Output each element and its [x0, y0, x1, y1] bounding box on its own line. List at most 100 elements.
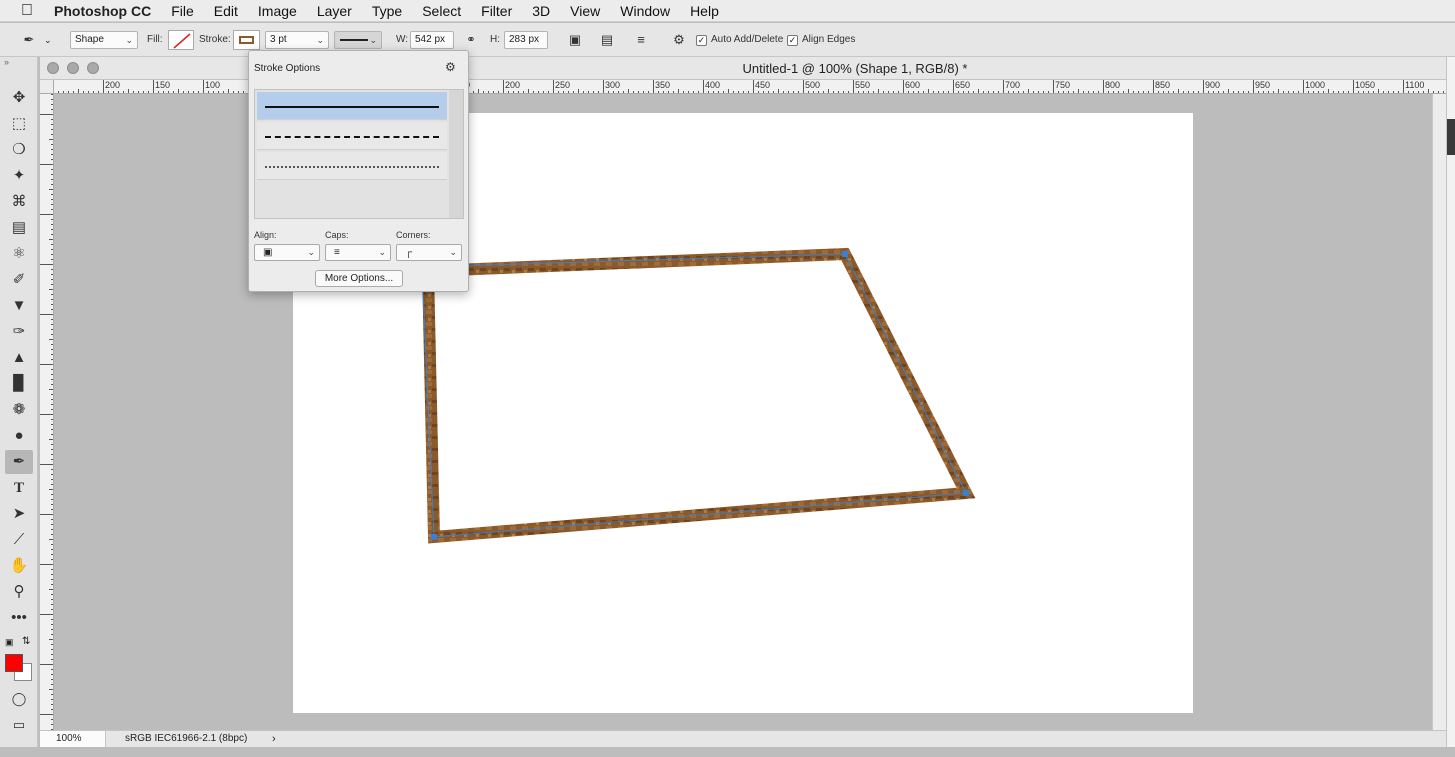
hand-tool-icon[interactable]: ✋ — [5, 554, 33, 578]
ruler-label: 500 — [805, 80, 821, 90]
menu-window[interactable]: Window — [620, 3, 670, 19]
gradient-tool-icon[interactable]: ▉ — [5, 372, 33, 396]
pen-tool-preset-icon[interactable]: ✒ — [20, 31, 38, 49]
clone-stamp-tool-icon[interactable]: ▼ — [5, 294, 33, 318]
stroke-type-button[interactable]: ⌄ — [334, 31, 382, 49]
more-tools-icon[interactable]: ••• — [5, 606, 33, 630]
menu-view[interactable]: View — [570, 3, 600, 19]
menu-3d[interactable]: 3D — [532, 3, 550, 19]
ruler-label: 100 — [205, 80, 221, 90]
path-anchor-point[interactable] — [842, 251, 848, 257]
path-alignment-icon[interactable]: ▤ — [598, 31, 616, 49]
solid-line-icon — [340, 39, 368, 41]
fill-swatch[interactable] — [168, 30, 194, 50]
width-input[interactable]: 542 px — [410, 31, 454, 49]
ruler-label: 1000 — [1305, 80, 1326, 90]
path-selection-tool-icon[interactable]: ➤ — [5, 502, 33, 526]
menu-select[interactable]: Select — [422, 3, 461, 19]
tool-mode-select[interactable]: Shape ⌄ — [70, 31, 138, 49]
chevron-down-icon: ⌄ — [307, 247, 315, 257]
default-colors-icon[interactable]: ▣ — [5, 637, 14, 648]
menu-file[interactable]: File — [171, 3, 194, 19]
type-tool-icon[interactable]: T — [5, 476, 33, 500]
stroke-options-title: Stroke Options — [254, 63, 321, 74]
screen-mode-icon[interactable]: ▭ — [5, 713, 33, 737]
preset-list-scrollbar[interactable] — [449, 90, 463, 218]
stroke-width-input[interactable]: 3 pt ⌄ — [265, 31, 329, 49]
corners-select[interactable]: ┌ ⌄ — [396, 244, 462, 261]
ruler-label: 550 — [855, 80, 871, 90]
history-brush-tool-icon[interactable]: ✑ — [5, 320, 33, 344]
stroke-preset-list — [254, 89, 464, 219]
dodge-tool-icon[interactable]: ● — [5, 424, 33, 448]
ruler-origin[interactable] — [40, 80, 54, 94]
dotted-line-preview — [265, 166, 439, 168]
stroke-cap-icon: ≡ — [334, 247, 340, 258]
vertical-ruler[interactable] — [40, 94, 54, 730]
app-menu[interactable]: Photoshop CC — [54, 3, 151, 19]
quick-mask-icon[interactable]: ◯ — [5, 687, 33, 711]
zoom-tool-icon[interactable]: ⚲ — [5, 580, 33, 604]
zoom-value: 100% — [56, 733, 82, 744]
corners-label: Corners: — [396, 230, 431, 240]
vertical-scrollbar[interactable] — [1432, 94, 1446, 730]
auto-add-delete-label: Auto Add/Delete — [711, 34, 784, 45]
auto-add-delete-checkbox[interactable]: ✓ — [696, 35, 707, 46]
menu-type[interactable]: Type — [372, 3, 402, 19]
menu-help[interactable]: Help — [690, 3, 719, 19]
height-input[interactable]: 283 px — [504, 31, 548, 49]
collapse-panel-icon[interactable]: » — [4, 57, 9, 67]
link-icon[interactable]: ⚭ — [462, 31, 480, 49]
chevron-down-icon[interactable]: ⌄ — [44, 35, 52, 46]
frame-tool-icon[interactable]: ▤ — [5, 216, 33, 240]
stroke-swatch[interactable] — [233, 30, 260, 50]
eraser-tool-icon[interactable]: ▲ — [5, 346, 33, 370]
zoom-field[interactable]: 100% — [40, 731, 106, 747]
solid-line-preview — [265, 106, 439, 108]
ruler-label: 700 — [1005, 80, 1021, 90]
menu-image[interactable]: Image — [258, 3, 297, 19]
status-menu-arrow-icon[interactable]: › — [272, 731, 276, 747]
ruler-label: 600 — [905, 80, 921, 90]
path-arrangement-icon[interactable]: ≡ — [632, 31, 650, 49]
lasso-tool-icon[interactable]: ❍ — [5, 138, 33, 162]
brush-tool-icon[interactable]: ✐ — [5, 268, 33, 292]
apple-menu-icon[interactable]:  — [0, 2, 54, 20]
ruler-label: 1050 — [1355, 80, 1376, 90]
line-tool-icon[interactable]: ⟋ — [5, 528, 33, 552]
gear-icon[interactable]: ⚙ — [445, 60, 456, 74]
ruler-label: 300 — [605, 80, 621, 90]
menu-filter[interactable]: Filter — [481, 3, 512, 19]
stroke-preset-dotted[interactable] — [257, 152, 447, 180]
ruler-label: 200 — [505, 80, 521, 90]
ruler-label: 200 — [105, 80, 121, 90]
crop-tool-icon[interactable]: ⌘ — [5, 190, 33, 214]
menu-edit[interactable]: Edit — [214, 3, 238, 19]
more-options-button[interactable]: More Options... — [315, 270, 403, 287]
healing-brush-tool-icon[interactable]: ⚛ — [5, 242, 33, 266]
ruler-label: 450 — [755, 80, 771, 90]
path-anchor-point[interactable] — [963, 490, 969, 496]
blur-tool-icon[interactable]: ❁ — [5, 398, 33, 422]
ruler-label: 900 — [1205, 80, 1221, 90]
gear-icon[interactable]: ⚙ — [670, 31, 688, 49]
move-tool-icon[interactable]: ✥ — [5, 86, 33, 110]
swap-colors-icon[interactable]: ⇅ — [22, 636, 30, 647]
pen-tool-icon[interactable]: ✒ — [5, 450, 33, 474]
status-bar: 100% sRGB IEC61966-2.1 (8bpc) › — [40, 730, 1446, 747]
align-edges-label: Align Edges — [802, 34, 856, 45]
quick-selection-tool-icon[interactable]: ✦ — [5, 164, 33, 188]
stroke-preset-solid[interactable] — [257, 92, 447, 120]
stroke-preset-dashed[interactable] — [257, 122, 447, 150]
align-edges-checkbox[interactable]: ✓ — [787, 35, 798, 46]
path-operations-icon[interactable]: ▣ — [566, 31, 584, 49]
path-anchor-point[interactable] — [431, 534, 437, 540]
ruler-label: 250 — [555, 80, 571, 90]
marquee-tool-icon[interactable]: ⬚ — [5, 112, 33, 136]
align-select[interactable]: ▣ ⌄ — [254, 244, 320, 261]
foreground-color-swatch[interactable] — [5, 654, 23, 672]
panel-tab[interactable] — [1447, 119, 1455, 155]
menu-layer[interactable]: Layer — [317, 3, 352, 19]
shape-stroke[interactable] — [421, 247, 976, 544]
caps-select[interactable]: ≡ ⌄ — [325, 244, 391, 261]
